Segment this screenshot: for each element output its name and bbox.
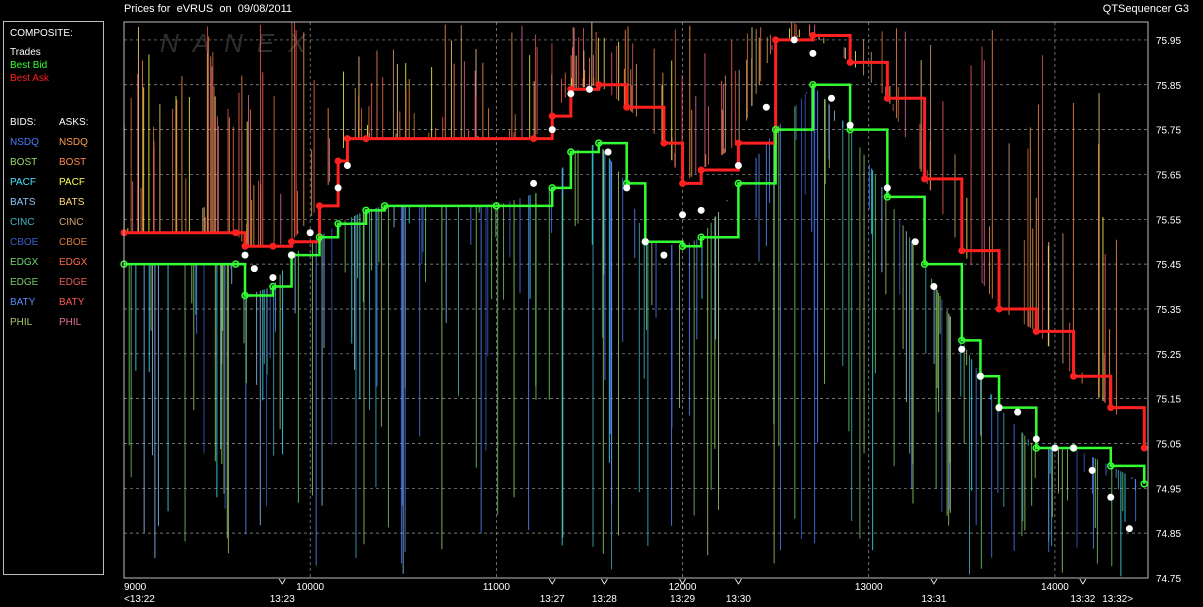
time-marker xyxy=(548,578,556,585)
y-tick-label: 74.85 xyxy=(1156,529,1181,540)
best-ask-point xyxy=(772,36,780,44)
x-tick-label: 9000 xyxy=(124,582,147,593)
x-tick-label: 10000 xyxy=(296,582,324,593)
y-tick-label: 75.75 xyxy=(1156,126,1181,137)
trade-point xyxy=(604,148,612,156)
best-ask-point xyxy=(269,242,277,250)
best-ask-point xyxy=(734,139,742,147)
trade-point xyxy=(1051,444,1059,452)
trade-point xyxy=(660,251,668,259)
best-ask-point xyxy=(595,81,603,89)
x-tick-label: 11000 xyxy=(483,582,511,593)
time-marker xyxy=(278,578,286,585)
time-label: 13:28 xyxy=(592,594,617,605)
trade-point xyxy=(269,274,277,282)
trade-point xyxy=(306,229,314,237)
time-marker xyxy=(1079,578,1087,585)
best-ask-point xyxy=(1140,444,1148,452)
best-ask-point xyxy=(623,103,631,111)
y-tick-label: 75.65 xyxy=(1156,170,1181,181)
x-tick-label: 13000 xyxy=(855,582,883,593)
time-label: 13:23 xyxy=(270,594,295,605)
trade-point xyxy=(762,103,770,111)
y-tick-label: 74.75 xyxy=(1156,574,1181,585)
trade-point xyxy=(641,238,649,246)
best-ask-point xyxy=(809,31,817,39)
trade-point xyxy=(734,161,742,169)
trade-point xyxy=(911,238,919,246)
y-tick-label: 74.95 xyxy=(1156,484,1181,495)
best-ask-point xyxy=(958,247,966,255)
trade-point xyxy=(883,184,891,192)
trade-point xyxy=(241,251,249,259)
time-label: 13:30 xyxy=(726,594,751,605)
y-tick-label: 75.05 xyxy=(1156,439,1181,450)
best-ask-point xyxy=(530,135,538,143)
y-tick-label: 75.35 xyxy=(1156,305,1181,316)
best-ask-point xyxy=(846,58,854,66)
trade-point xyxy=(530,179,538,187)
best-ask-point xyxy=(1070,372,1078,380)
trade-point xyxy=(697,206,705,214)
best-ask-point xyxy=(288,238,296,246)
time-marker xyxy=(601,578,608,585)
trade-point xyxy=(846,121,854,129)
trade-point xyxy=(1107,493,1115,501)
y-tick-label: 75.95 xyxy=(1156,36,1181,47)
time-label: 13:32 xyxy=(1070,594,1095,605)
best-ask-point xyxy=(921,175,929,183)
best-ask-point xyxy=(548,112,556,120)
best-ask-point xyxy=(343,135,351,143)
best-ask-point xyxy=(362,135,370,143)
time-marker xyxy=(735,578,742,585)
best-ask-point xyxy=(315,202,323,210)
y-tick-label: 75.25 xyxy=(1156,350,1181,361)
price-chart: NANEX 75.9575.8575.7575.6575.5575.4575.3… xyxy=(120,21,1181,605)
best-ask-point xyxy=(679,179,687,187)
best-ask-point xyxy=(660,139,668,147)
best-ask-point xyxy=(697,166,705,174)
trade-point xyxy=(250,265,258,273)
time-label: 13:29 xyxy=(670,594,695,605)
trade-point xyxy=(585,85,593,93)
trade-point xyxy=(995,404,1003,412)
best-ask-point xyxy=(1107,404,1115,412)
trade-point xyxy=(343,161,351,169)
best-ask-point xyxy=(241,242,249,250)
x-tick-label: 14000 xyxy=(1041,582,1069,593)
trade-point xyxy=(1070,444,1078,452)
trade-point xyxy=(790,36,798,44)
trade-point xyxy=(930,283,938,291)
trade-point xyxy=(679,211,687,219)
y-tick-label: 75.15 xyxy=(1156,395,1181,406)
trade-point xyxy=(1014,408,1022,416)
trade-point xyxy=(809,49,817,57)
trade-point xyxy=(567,90,575,98)
best-ask-point xyxy=(1032,327,1040,335)
trade-point xyxy=(548,126,556,134)
y-tick-label: 75.85 xyxy=(1156,81,1181,92)
trade-point xyxy=(288,251,296,259)
best-ask-point xyxy=(995,305,1003,313)
trade-point xyxy=(1125,525,1133,533)
trade-point xyxy=(623,184,631,192)
trade-point xyxy=(1032,435,1040,443)
trade-point xyxy=(827,94,835,102)
time-label: 13:32> xyxy=(1102,594,1133,605)
best-ask-point xyxy=(232,229,240,237)
y-tick-label: 75.55 xyxy=(1156,215,1181,226)
time-label: <13:22 xyxy=(124,594,155,605)
time-label: 13:31 xyxy=(921,594,946,605)
time-marker xyxy=(930,578,938,585)
best-ask-point xyxy=(883,94,891,102)
time-label: 13:27 xyxy=(540,594,565,605)
best-ask-point xyxy=(334,157,342,165)
y-tick-label: 75.45 xyxy=(1156,260,1181,271)
trade-point xyxy=(334,184,342,192)
trade-point xyxy=(1088,466,1096,474)
trade-point xyxy=(958,345,966,353)
trade-point xyxy=(976,372,984,380)
